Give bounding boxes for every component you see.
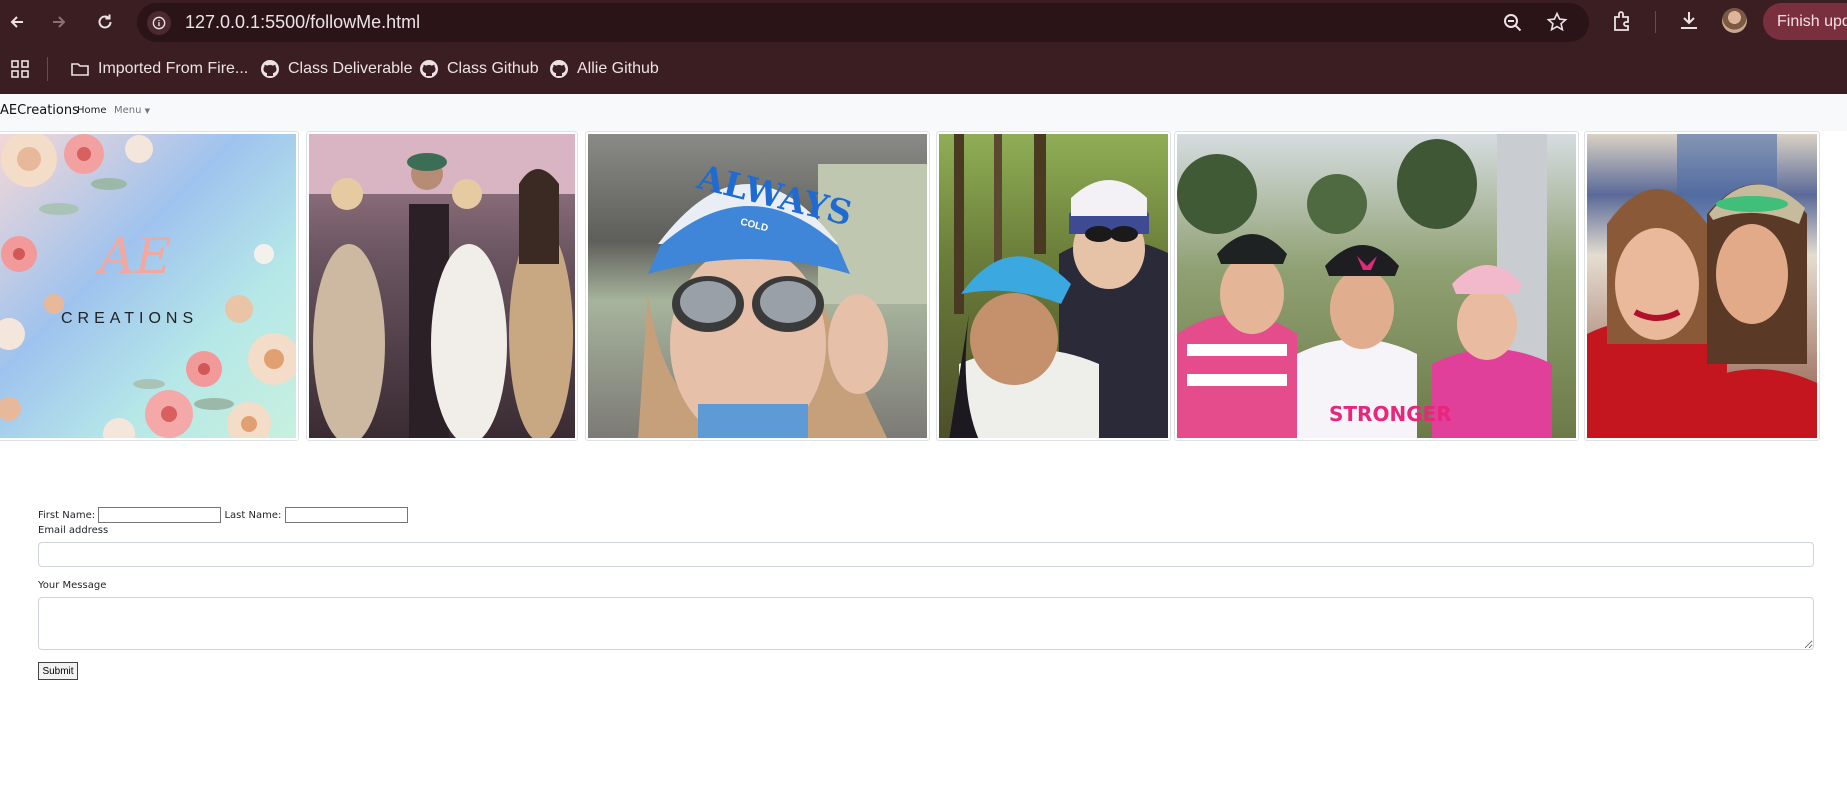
profile-avatar[interactable] <box>1722 8 1747 33</box>
shirt-text-stronger: STRONGER <box>1329 402 1452 426</box>
submit-button[interactable]: Submit <box>38 662 78 680</box>
folder-icon <box>71 63 89 76</box>
wedding-photo-art <box>309 134 575 438</box>
selfie-photo-art <box>1587 134 1817 438</box>
nav-menu-label: Menu <box>114 105 142 116</box>
nav-menu-dropdown[interactable]: Menu ▼ <box>114 105 150 116</box>
toolbar: 127.0.0.1:5500/followMe.html Finish upda <box>0 0 1847 44</box>
gallery-image-logo: AE CREATIONS <box>0 131 299 441</box>
floral-decoration <box>0 134 296 438</box>
gallery-image-wedding <box>306 131 578 441</box>
message-field[interactable] <box>38 597 1814 650</box>
github-icon <box>550 60 568 78</box>
brand-link[interactable]: AECreations <box>0 103 79 118</box>
logo-mark: AE <box>99 227 172 285</box>
gallery-image-red-dress <box>1584 131 1820 441</box>
last-name-field[interactable] <box>284 507 408 523</box>
logo-text: CREATIONS <box>61 310 199 327</box>
address-bar[interactable]: 127.0.0.1:5500/followMe.html <box>137 3 1589 42</box>
bookmark-label: Class Github <box>447 60 539 77</box>
reload-icon <box>98 14 112 29</box>
email-label: Email address <box>38 525 109 536</box>
apps-grid-icon[interactable] <box>10 59 30 79</box>
caret-down-icon: ▼ <box>144 107 151 115</box>
back-arrow-icon <box>10 16 23 28</box>
bookmark-star-icon[interactable] <box>1546 11 1568 33</box>
back-button[interactable] <box>2 8 32 36</box>
bookmark-imported[interactable]: Imported From Fire... <box>70 55 248 83</box>
message-label: Your Message <box>38 580 107 591</box>
github-icon <box>261 60 279 78</box>
bookmarks-bar: Imported From Fire... Class Deliverable … <box>0 45 1847 93</box>
toolbar-divider <box>1655 11 1656 33</box>
github-icon <box>420 60 438 78</box>
bookmarks-divider <box>47 57 48 81</box>
url-text[interactable]: 127.0.0.1:5500/followMe.html <box>185 12 420 33</box>
site-info-icon[interactable] <box>147 11 171 35</box>
woods-photo-art <box>949 134 1168 438</box>
bookmark-class-deliverable[interactable]: Class Deliverable <box>260 55 413 83</box>
extensions-icon[interactable] <box>1611 9 1635 33</box>
email-field[interactable] <box>38 542 1814 567</box>
bookmark-class-github[interactable]: Class Github <box>419 55 539 83</box>
forward-button[interactable] <box>44 8 74 36</box>
gallery-image-always-cold: ALWAYS COLD <box>585 131 930 441</box>
reload-button[interactable] <box>90 8 120 36</box>
bookmark-label: Class Deliverable <box>288 60 413 77</box>
first-name-label: First Name: <box>38 510 96 521</box>
browser-chrome: 127.0.0.1:5500/followMe.html Finish upda… <box>0 0 1847 94</box>
nav-home-link[interactable]: Home <box>77 105 107 116</box>
bookmark-allie-github[interactable]: Allie Github <box>549 55 659 83</box>
finish-update-button[interactable]: Finish upda <box>1763 3 1847 40</box>
last-name-label: Last Name: <box>224 510 282 521</box>
bookmark-label: Allie Github <box>577 60 659 77</box>
zoom-icon[interactable] <box>1502 12 1524 34</box>
first-name-field[interactable] <box>98 507 222 523</box>
site-navbar: AECreations Home Menu ▼ <box>0 94 1847 131</box>
name-row: First Name: Last Name: <box>38 507 408 523</box>
download-icon[interactable] <box>1677 9 1701 33</box>
gallery-image-stronger: STRONGER <box>1174 131 1579 441</box>
group-photo-art <box>1177 134 1552 438</box>
forward-arrow-icon <box>53 16 66 28</box>
bookmark-label: Imported From Fire... <box>98 60 249 77</box>
gallery-image-woods <box>936 131 1171 441</box>
